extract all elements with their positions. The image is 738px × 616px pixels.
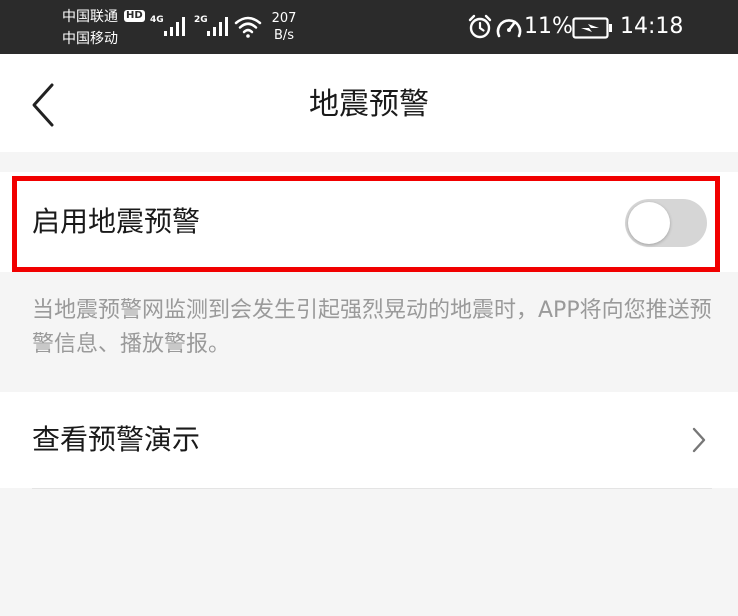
speedometer-icon [496,19,522,38]
carrier-2-label: 中国移动 [62,31,118,47]
wifi-icon [234,16,262,38]
toggle-knob [628,202,670,244]
status-clock: 14:18 [620,14,684,39]
page-title: 地震预警 [309,87,429,122]
divider [32,488,712,489]
carrier-1-label: 中国联通 [62,9,118,25]
battery-charging-icon [572,17,612,39]
hd-badge: HD [124,10,145,22]
warning-description: 当地震预警网监测到会发生引起强烈晃动的地震时，APP将向您推送预警信息、播放警报… [32,298,712,357]
enable-earthquake-warning-row: 启用地震预警 [0,172,738,272]
network-speed-value: 207 [271,11,297,26]
alarm-icon [468,14,492,39]
network-speed-unit: B/s [273,28,295,43]
view-warning-demo-label: 查看预警演示 [32,423,201,456]
battery-percent: 11% [524,14,573,39]
view-warning-demo-row[interactable]: 查看预警演示 [0,392,738,488]
signal-icon [207,17,228,36]
nav-bar: 地震预警 [0,54,738,152]
enable-earthquake-warning-label: 启用地震预警 [32,205,201,238]
status-bar: 中国联通 中国移动 HD 4G 2G 207 B/s 11% 14:18 [0,0,738,54]
enable-earthquake-warning-toggle[interactable] [625,199,707,247]
chevron-right-icon [692,427,706,453]
signal-icon [164,17,185,36]
